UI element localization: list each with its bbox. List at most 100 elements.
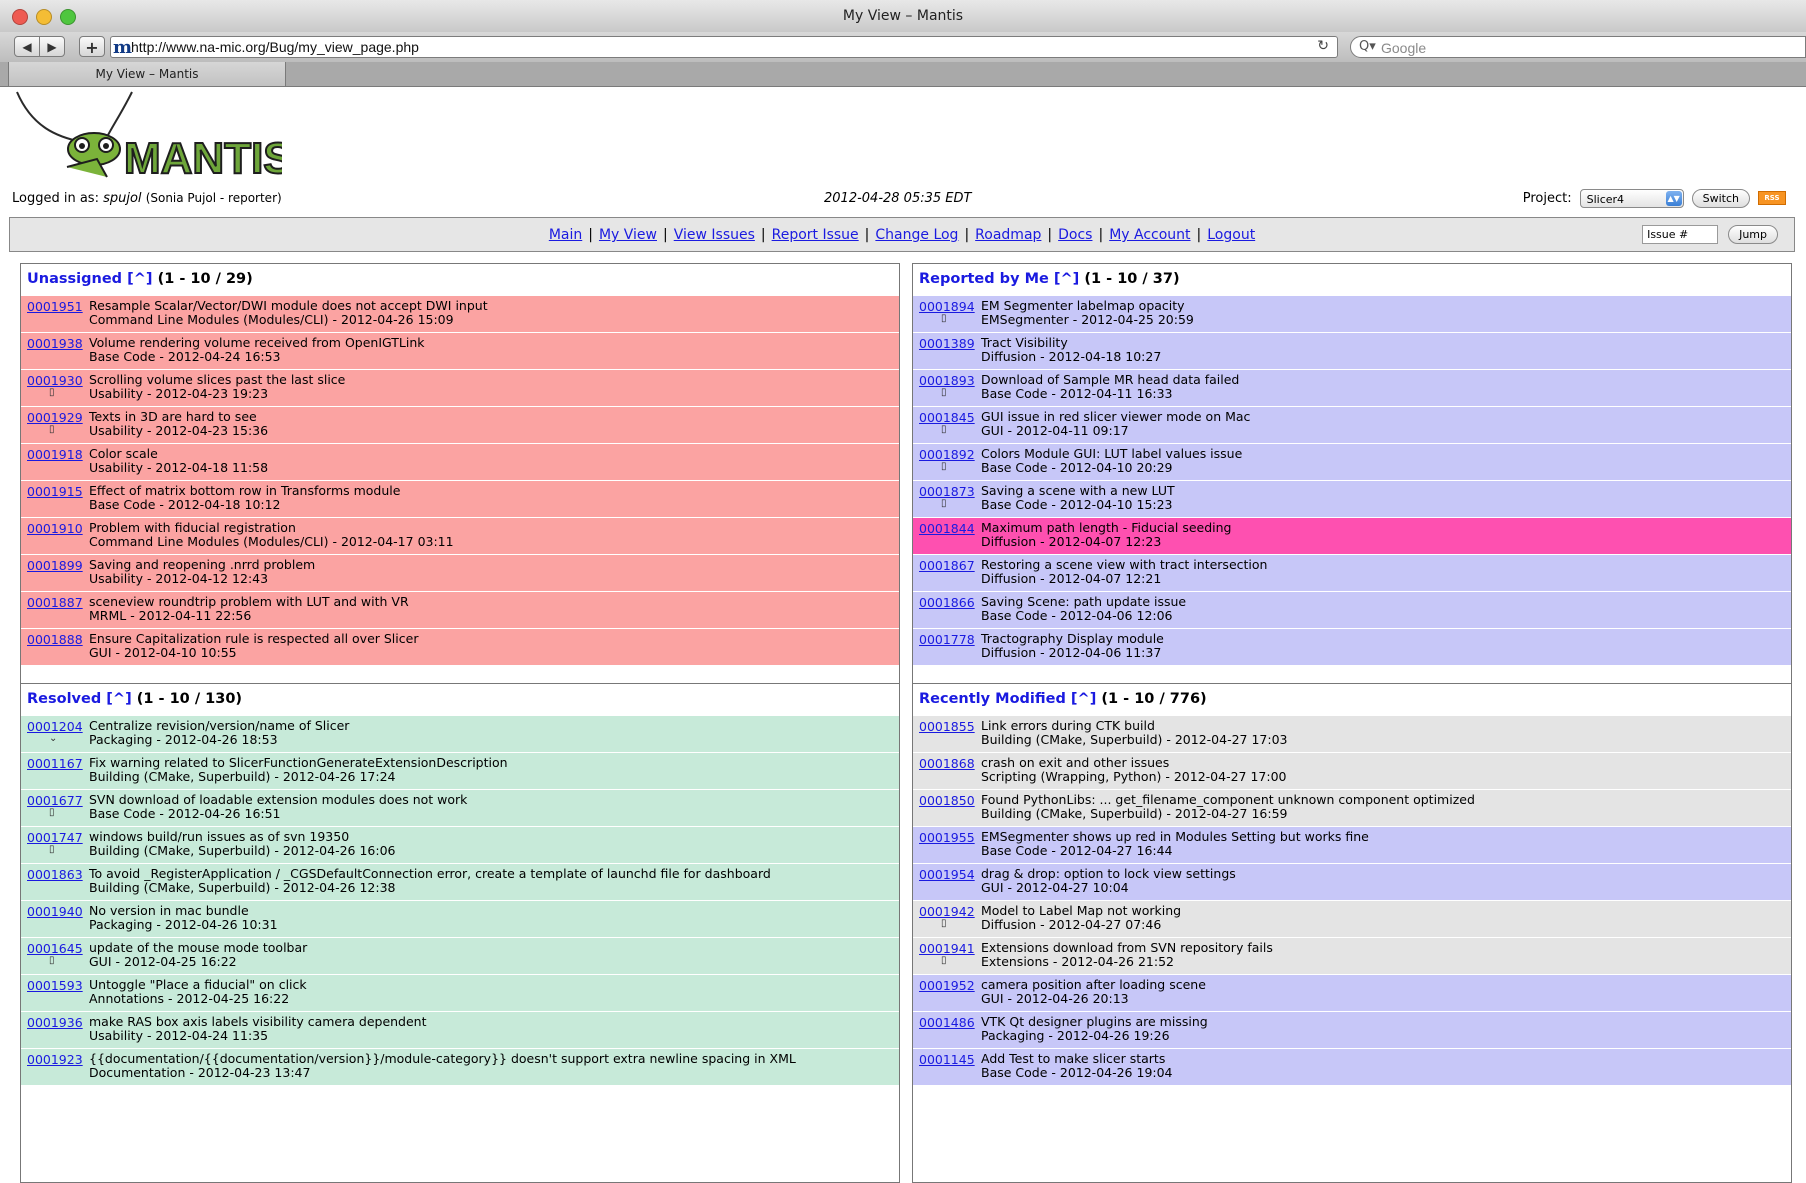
issue-id-link[interactable]: 0001778 [919, 632, 975, 647]
jump-area: Issue # Jump [1642, 225, 1778, 244]
issue-id-link[interactable]: 0001929 [27, 410, 83, 425]
issue-text: Ensure Capitalization rule is respected … [87, 629, 899, 665]
collapse-caret[interactable]: [^] [1071, 691, 1096, 707]
issue-row: 0001867 Restoring a scene view with tract… [913, 554, 1791, 591]
address-bar[interactable]: m http://www.na-mic.org/Bug/my_view_page… [110, 36, 1338, 58]
attachment-icon: ▯ [49, 955, 55, 966]
issue-id-link[interactable]: 0001747 [27, 830, 83, 845]
menu-link-change-log[interactable]: Change Log [875, 227, 958, 243]
issue-id-cell: 0001645 ▯ [21, 938, 87, 974]
issue-id-link[interactable]: 0001923 [27, 1052, 83, 1067]
issue-id-link[interactable]: 0001915 [27, 484, 83, 499]
switch-button[interactable]: Switch [1691, 188, 1750, 208]
box-range: (1 - 10 / 37) [1084, 271, 1180, 287]
issue-id-cell: 0001850 [913, 790, 979, 826]
menu-link-docs[interactable]: Docs [1058, 227, 1092, 243]
project-select[interactable]: Slicer4 ▲▼ [1579, 188, 1684, 208]
issue-number-input[interactable]: Issue # [1642, 225, 1719, 244]
menu-link-report-issue[interactable]: Report Issue [772, 227, 859, 243]
search-icon[interactable]: Q▾ [1359, 39, 1376, 54]
attachment-icon: ▯ [941, 918, 947, 929]
issue-id-link[interactable]: 0001936 [27, 1015, 83, 1030]
issue-id-link[interactable]: 0001677 [27, 793, 83, 808]
issue-id-cell: 0001145 [913, 1049, 979, 1085]
issue-id-link[interactable]: 0001167 [27, 756, 83, 771]
issue-text: Restoring a scene view with tract inters… [979, 555, 1791, 591]
issue-id-link[interactable]: 0001952 [919, 978, 975, 993]
box-title-link[interactable]: Unassigned [27, 271, 122, 287]
issue-id-link[interactable]: 0001894 [919, 299, 975, 314]
mantis-logo[interactable]: MANTIS [12, 87, 282, 182]
issue-id-link[interactable]: 0001389 [919, 336, 975, 351]
box-title-link[interactable]: Recently Modified [919, 691, 1066, 707]
issue-summary: sceneview roundtrip problem with LUT and… [89, 594, 409, 609]
issue-id-link[interactable]: 0001867 [919, 558, 975, 573]
issue-id-cell: 0001892 ▯ [913, 444, 979, 480]
search-field[interactable]: Q▾ Google [1350, 36, 1806, 58]
menu-link-roadmap[interactable]: Roadmap [975, 227, 1041, 243]
box-range: (1 - 10 / 776) [1101, 691, 1207, 707]
issue-id-link[interactable]: 0001887 [27, 595, 83, 610]
issue-id-link[interactable]: 0001910 [27, 521, 83, 536]
issue-id-link[interactable]: 0001486 [919, 1015, 975, 1030]
issue-id-link[interactable]: 0001888 [27, 632, 83, 647]
issue-id-link[interactable]: 0001593 [27, 978, 83, 993]
issue-id-link[interactable]: 0001868 [919, 756, 975, 771]
issue-id-link[interactable]: 0001855 [919, 719, 975, 734]
issue-id-link[interactable]: 0001645 [27, 941, 83, 956]
menu-link-my-view[interactable]: My View [599, 227, 657, 243]
issue-id-link[interactable]: 0001938 [27, 336, 83, 351]
issue-id-link[interactable]: 0001930 [27, 373, 83, 388]
issue-id-link[interactable]: 0001845 [919, 410, 975, 425]
issue-row: 0001204 ⌄ Centralize revision/version/name… [21, 715, 899, 752]
menu-link-main[interactable]: Main [549, 227, 582, 243]
issue-id-link[interactable]: 0001918 [27, 447, 83, 462]
forward-button[interactable]: ▶ [39, 36, 65, 57]
issue-id-link[interactable]: 0001863 [27, 867, 83, 882]
add-bookmark-button[interactable]: + [79, 36, 105, 57]
issue-summary: Resample Scalar/Vector/DWI module does n… [89, 298, 488, 313]
collapse-caret[interactable]: [^] [106, 691, 131, 707]
issue-category-date: Command Line Modules (Modules/CLI) - 201… [89, 534, 454, 549]
reload-icon[interactable]: ↻ [1317, 38, 1329, 54]
issue-category-date: Base Code - 2012-04-26 19:04 [981, 1065, 1173, 1080]
issue-id-link[interactable]: 0001941 [919, 941, 975, 956]
box-title-link[interactable]: Reported by Me [919, 271, 1049, 287]
issue-id-link[interactable]: 0001892 [919, 447, 975, 462]
issue-summary: update of the mouse mode toolbar [89, 940, 308, 955]
issue-id-link[interactable]: 0001844 [919, 521, 975, 536]
issue-id-link[interactable]: 0001204 [27, 719, 83, 734]
issue-id-link[interactable]: 0001955 [919, 830, 975, 845]
issue-id-link[interactable]: 0001899 [27, 558, 83, 573]
issue-id-link[interactable]: 0001873 [919, 484, 975, 499]
issue-id-link[interactable]: 0001893 [919, 373, 975, 388]
issue-row: 0001918 Color scale Usability - 2012-04-18… [21, 443, 899, 480]
issue-summary: Scrolling volume slices past the last sl… [89, 372, 346, 387]
issue-id-cell: 0001951 [21, 296, 87, 332]
collapse-caret[interactable]: [^] [127, 271, 152, 287]
current-datetime: 2012-04-28 05:35 EDT [824, 191, 972, 206]
issue-summary: Problem with fiducial registration [89, 520, 296, 535]
issue-id-link[interactable]: 0001145 [919, 1052, 975, 1067]
menu-link-my-account[interactable]: My Account [1109, 227, 1190, 243]
issue-id-link[interactable]: 0001942 [919, 904, 975, 919]
issue-id-link[interactable]: 0001951 [27, 299, 83, 314]
issue-id-link[interactable]: 0001940 [27, 904, 83, 919]
url-text[interactable]: http://www.na-mic.org/Bug/my_view_page.p… [131, 39, 419, 55]
chevron-down-icon[interactable]: ⌄ [49, 734, 87, 744]
jump-button[interactable]: Jump [1728, 225, 1778, 244]
tab-my-view[interactable]: My View – Mantis [8, 62, 286, 86]
back-button[interactable]: ◀ [14, 36, 40, 57]
box-title-link[interactable]: Resolved [27, 691, 101, 707]
resolved-box: Resolved [^] (1 - 10 / 130) 0001204 ⌄ Centr… [20, 683, 900, 1183]
collapse-caret[interactable]: [^] [1054, 271, 1079, 287]
issue-row: 0001929 ▯ Texts in 3D are hard to see Usabi… [21, 406, 899, 443]
issue-id-link[interactable]: 0001850 [919, 793, 975, 808]
issue-id-link[interactable]: 0001866 [919, 595, 975, 610]
menu-separator: | [1047, 227, 1053, 243]
menu-link-view-issues[interactable]: View Issues [674, 227, 755, 243]
rss-icon[interactable]: RSS [1758, 191, 1786, 205]
issue-summary: Extensions download from SVN repository … [981, 940, 1273, 955]
menu-link-logout[interactable]: Logout [1207, 227, 1255, 243]
issue-id-link[interactable]: 0001954 [919, 867, 975, 882]
